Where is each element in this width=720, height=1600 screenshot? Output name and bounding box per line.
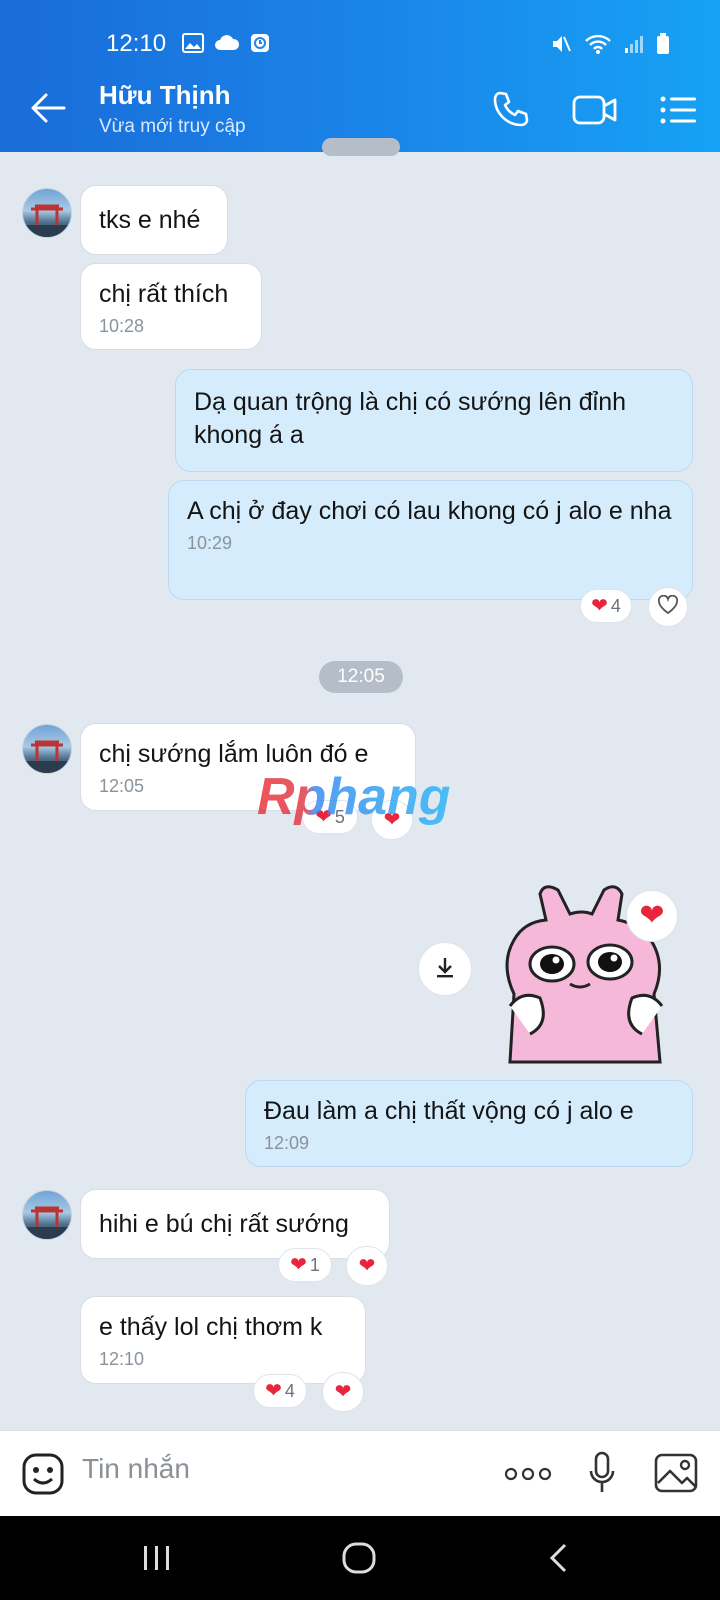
watermark-logo: Rphang <box>253 768 473 833</box>
outgoing-message-bubble[interactable]: A chị ở đay chơi có lau khong có j alo e… <box>168 480 693 600</box>
contact-status: Vừa mới truy cập <box>99 116 246 137</box>
message-composer: Tin nhắn <box>0 1430 720 1517</box>
microphone-icon[interactable] <box>588 1451 616 1500</box>
outgoing-message-bubble[interactable]: Dạ quan trộng là chị có sướng lên đỉnh k… <box>175 369 693 472</box>
back-nav-icon[interactable] <box>548 1542 568 1579</box>
add-reaction-button[interactable]: ❤ <box>322 1372 364 1412</box>
add-reaction-button[interactable]: ❤ <box>346 1246 388 1286</box>
reaction-count: 1 <box>309 1254 320 1275</box>
status-icons-left <box>182 33 270 58</box>
download-button[interactable] <box>418 942 472 996</box>
reaction-count-badge[interactable]: ❤ 1 <box>278 1248 332 1282</box>
image-gallery-icon[interactable] <box>654 1453 698 1498</box>
time-divider: 12:05 <box>319 661 403 693</box>
heart-icon: ❤ <box>358 1255 376 1277</box>
message-text: A chị ở đay chơi có lau khong có j alo e… <box>187 497 672 525</box>
message-text: chị sướng lắm luôn đó e <box>99 740 369 768</box>
message-input[interactable]: Tin nhắn <box>82 1453 190 1485</box>
reaction-count: 4 <box>284 1380 295 1401</box>
message-text: Dạ quan trộng là chị có sướng lên đỉnh k… <box>194 388 627 449</box>
reaction-count-badge[interactable]: ❤ 4 <box>580 589 632 623</box>
download-icon <box>434 956 456 983</box>
incoming-message-bubble[interactable]: e thấy lol chị thơm k 12:10 <box>80 1296 366 1384</box>
message-time: 12:10 <box>99 1349 145 1369</box>
svg-text:Rphang: Rphang <box>257 770 451 826</box>
video-call-icon[interactable] <box>572 94 618 131</box>
message-text: chị rất thích <box>99 280 229 308</box>
heart-icon: ❤ <box>334 1381 352 1403</box>
heart-outline-icon <box>657 594 679 620</box>
status-icons-right <box>550 33 670 60</box>
incoming-message-bubble[interactable]: chị rất thích 10:28 <box>80 263 262 350</box>
signal-icon <box>624 34 644 59</box>
avatar[interactable] <box>22 724 72 774</box>
avatar[interactable] <box>22 188 72 238</box>
mute-icon <box>550 33 572 60</box>
emoji-sticker-icon[interactable] <box>22 1453 64 1500</box>
menu-list-icon[interactable] <box>660 96 698 129</box>
battery-icon <box>656 33 670 60</box>
message-time: 10:29 <box>187 533 233 553</box>
avatar[interactable] <box>22 1190 72 1240</box>
cloud-icon <box>214 33 240 58</box>
phone-call-icon[interactable] <box>492 90 530 133</box>
message-text: hihi e bú chị rất sướng <box>99 1210 349 1238</box>
heart-icon: ❤ <box>639 899 665 932</box>
contact-name[interactable]: Hữu Thịnh <box>99 80 230 111</box>
reaction-count: 4 <box>610 595 621 616</box>
heart-icon: ❤ <box>290 1254 307 1276</box>
incoming-message-bubble[interactable]: hihi e bú chị rất sướng <box>80 1189 390 1259</box>
message-text: Đau làm a chị thất vộng có j alo e <box>264 1097 634 1125</box>
sticker-reaction[interactable]: ❤ <box>626 890 678 942</box>
back-arrow-icon[interactable] <box>30 92 66 129</box>
status-time: 12:10 <box>106 30 167 57</box>
gallery-icon <box>182 33 204 58</box>
reaction-count-badge[interactable]: ❤ 4 <box>253 1374 307 1408</box>
more-options-icon[interactable] <box>504 1467 552 1486</box>
recent-apps-icon[interactable] <box>142 1544 172 1577</box>
heart-icon: ❤ <box>265 1380 282 1402</box>
top-bar: 12:10 Hữu Thịnh Vừa mới truy cập <box>0 0 720 152</box>
outgoing-message-bubble[interactable]: Đau làm a chị thất vộng có j alo e 12:09 <box>245 1080 693 1167</box>
system-nav-bar <box>0 1516 720 1600</box>
time-divider-partial <box>322 138 400 156</box>
add-reaction-button[interactable] <box>648 587 688 627</box>
heart-icon: ❤ <box>591 595 608 617</box>
clock-app-icon <box>250 33 270 58</box>
message-time: 12:09 <box>264 1133 310 1153</box>
message-text: e thấy lol chị thơm k <box>99 1313 323 1341</box>
message-time: 10:28 <box>99 316 145 336</box>
home-icon[interactable] <box>342 1542 376 1579</box>
incoming-message-bubble[interactable]: tks e nhé <box>80 185 228 255</box>
wifi-icon <box>584 33 612 60</box>
message-text: tks e nhé <box>99 206 201 234</box>
